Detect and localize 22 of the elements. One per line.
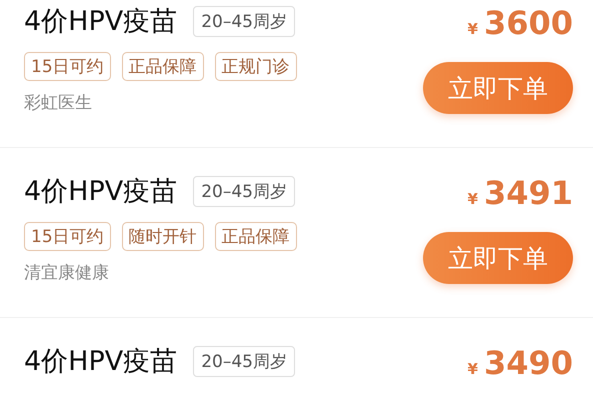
currency-sign: ¥ <box>468 190 478 208</box>
feature-tag: 15日可约 <box>24 222 111 251</box>
currency-sign: ¥ <box>468 20 478 38</box>
order-button[interactable]: 立即下单 <box>423 62 573 114</box>
product-title: 4价HPV疫苗 <box>24 345 178 379</box>
price: 3490 <box>484 344 573 382</box>
clinic-name: 清宜康健康 <box>24 262 110 284</box>
feature-tag: 正品保障 <box>214 222 297 251</box>
clinic-name: 彩虹医生 <box>24 92 93 114</box>
feature-tag: 正规门诊 <box>214 52 297 81</box>
feature-tag: 15日可约 <box>24 52 111 81</box>
feature-tag: 随时开针 <box>122 222 204 251</box>
feature-tag: 正品保障 <box>122 52 204 81</box>
product-title: 4价HPV疫苗 <box>24 175 178 209</box>
age-range-tag: 20–45周岁 <box>193 6 295 36</box>
order-button[interactable]: 立即下单 <box>423 232 573 284</box>
price: 3491 <box>484 174 573 212</box>
age-range-tag: 20–45周岁 <box>193 176 295 206</box>
price: 3600 <box>484 4 573 42</box>
currency-sign: ¥ <box>468 360 478 378</box>
product-title: 4价HPV疫苗 <box>24 5 178 39</box>
age-range-tag: 20–45周岁 <box>193 346 295 376</box>
